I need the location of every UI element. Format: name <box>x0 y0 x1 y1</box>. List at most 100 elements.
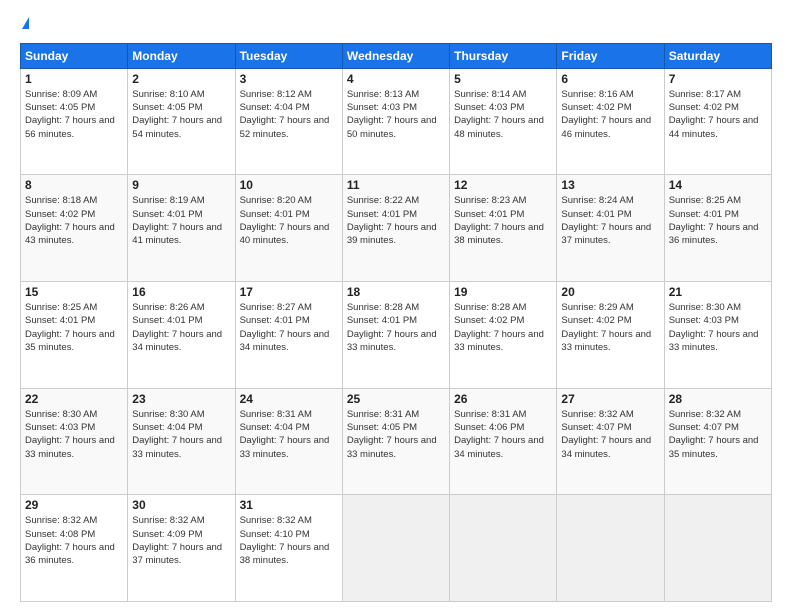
calendar-cell <box>450 495 557 602</box>
sunset-text: Sunset: 4:01 PM <box>132 315 202 326</box>
calendar-cell: 17Sunrise: 8:27 AMSunset: 4:01 PMDayligh… <box>235 282 342 389</box>
calendar-cell: 20 Sunrise: 8:29 AMSunset: 4:02 PMDayligh… <box>557 282 664 389</box>
calendar-cell: 16Sunrise: 8:26 AMSunset: 4:01 PMDayligh… <box>128 282 235 389</box>
day-info: Sunrise: 8:26 AM Sunset: 4:01 PM Daylight:… <box>132 301 230 354</box>
day-info: Sunrise: 8:29 AMSunset: 4:02 PMDaylight:… <box>561 301 659 354</box>
calendar-cell: 6Sunrise: 8:16 AMSunset: 4:02 PMDaylight… <box>557 68 664 175</box>
day-info: Sunrise: 8:20 AMSunset: 4:01 PMDaylight:… <box>240 194 338 247</box>
day-number: 11 <box>347 178 445 192</box>
day-number: 27 <box>561 392 659 406</box>
day-number: 14 <box>669 178 767 192</box>
day-number: 26 <box>454 392 552 406</box>
day-number: 31 <box>240 498 338 512</box>
sunset-text: Sunset: 4:10 PM <box>240 529 310 540</box>
calendar-cell: 21Sunrise: 8:30 AMSunset: 4:03 PMDayligh… <box>664 282 771 389</box>
daylight-text: Daylight: 7 hours and 34 minutes. <box>240 329 330 353</box>
daylight-text: Daylight: 7 hours and 33 minutes. <box>347 329 437 353</box>
calendar-cell: 25 Sunrise: 8:31 AMSunset: 4:05 PMDayligh… <box>342 388 449 495</box>
sunset-text: Sunset: 4:01 PM <box>132 209 202 220</box>
daylight-text: Daylight: 7 hours and 34 minutes. <box>132 329 222 353</box>
calendar-cell <box>557 495 664 602</box>
logo-triangle-icon <box>22 17 29 29</box>
daylight-text: Daylight: 7 hours and 37 minutes. <box>132 542 222 566</box>
calendar-cell: 24Sunrise: 8:31 AMSunset: 4:04 PMDayligh… <box>235 388 342 495</box>
sunrise-text: Sunrise: 8:23 AM <box>454 195 526 206</box>
daylight-text: Daylight: 7 hours and 33 minutes. <box>669 329 759 353</box>
sunrise-text: Sunrise: 8:29 AM <box>561 302 633 313</box>
day-info: Sunrise: 8:25 AMSunset: 4:01 PMDaylight:… <box>25 301 123 354</box>
day-info: Sunrise: 8:32 AMSunset: 4:10 PMDaylight:… <box>240 514 338 567</box>
sunset-text: Sunset: 4:05 PM <box>132 102 202 113</box>
day-info: Sunrise: 8:32 AMSunset: 4:08 PMDaylight:… <box>25 514 123 567</box>
calendar-cell: 1Sunrise: 8:09 AMSunset: 4:05 PMDaylight… <box>21 68 128 175</box>
sunset-text: Sunset: 4:03 PM <box>454 102 524 113</box>
sunset-text: Sunset: 4:01 PM <box>347 209 417 220</box>
sunset-text: Sunset: 4:02 PM <box>454 315 524 326</box>
week-row-3: 15Sunrise: 8:25 AMSunset: 4:01 PMDayligh… <box>21 282 772 389</box>
sunrise-text: Sunrise: 8:25 AM <box>25 302 97 313</box>
day-info: Sunrise: 8:23 AMSunset: 4:01 PMDaylight:… <box>454 194 552 247</box>
sunrise-text: Sunrise: 8:14 AM <box>454 89 526 100</box>
calendar-cell: 14Sunrise: 8:25 AMSunset: 4:01 PMDayligh… <box>664 175 771 282</box>
day-info: Sunrise: 8:32 AMSunset: 4:09 PMDaylight:… <box>132 514 230 567</box>
daylight-text: Daylight: 7 hours and 37 minutes. <box>561 222 651 246</box>
daylight-text: Daylight: 7 hours and 41 minutes. <box>132 222 222 246</box>
calendar-cell <box>664 495 771 602</box>
sunrise-text: Sunrise: 8:30 AM <box>669 302 741 313</box>
daylight-text: Daylight: 7 hours and 44 minutes. <box>669 115 759 139</box>
day-info: Sunrise: 8:28 AM Sunset: 4:02 PM Daylight:… <box>454 301 552 354</box>
calendar-cell: 28 Sunrise: 8:32 AMSunset: 4:07 PMDayligh… <box>664 388 771 495</box>
week-row-5: 29 Sunrise: 8:32 AMSunset: 4:08 PMDayligh… <box>21 495 772 602</box>
calendar-cell: 10Sunrise: 8:20 AMSunset: 4:01 PMDayligh… <box>235 175 342 282</box>
day-number: 19 <box>454 285 552 299</box>
day-number: 28 <box>669 392 767 406</box>
calendar-cell: 12Sunrise: 8:23 AMSunset: 4:01 PMDayligh… <box>450 175 557 282</box>
sunset-text: Sunset: 4:07 PM <box>561 422 631 433</box>
daylight-text: Daylight: 7 hours and 33 minutes. <box>132 435 222 459</box>
day-info: Sunrise: 8:24 AMSunset: 4:01 PMDaylight:… <box>561 194 659 247</box>
daylight-text: Daylight: 7 hours and 33 minutes. <box>240 435 330 459</box>
sunset-text: Sunset: 4:06 PM <box>454 422 524 433</box>
sunrise-text: Sunrise: 8:26 AM <box>132 302 204 313</box>
sunrise-text: Sunrise: 8:30 AM <box>132 409 204 420</box>
sunset-text: Sunset: 4:05 PM <box>347 422 417 433</box>
page: SundayMondayTuesdayWednesdayThursdayFrid… <box>0 0 792 612</box>
daylight-text: Daylight: 7 hours and 33 minutes. <box>454 329 544 353</box>
daylight-text: Daylight: 7 hours and 52 minutes. <box>240 115 330 139</box>
day-info: Sunrise: 8:19 AMSunset: 4:01 PMDaylight:… <box>132 194 230 247</box>
day-info: Sunrise: 8:30 AM Sunset: 4:04 PM Daylight:… <box>132 408 230 461</box>
sunset-text: Sunset: 4:01 PM <box>561 209 631 220</box>
daylight-text: Daylight: 7 hours and 33 minutes. <box>347 435 437 459</box>
day-number: 29 <box>25 498 123 512</box>
day-info: Sunrise: 8:31 AMSunset: 4:06 PMDaylight:… <box>454 408 552 461</box>
sunset-text: Sunset: 4:03 PM <box>25 422 95 433</box>
day-number: 25 <box>347 392 445 406</box>
sunrise-text: Sunrise: 8:18 AM <box>25 195 97 206</box>
day-of-week-thursday: Thursday <box>450 43 557 68</box>
day-info: Sunrise: 8:12 AMSunset: 4:04 PMDaylight:… <box>240 88 338 141</box>
week-row-2: 8Sunrise: 8:18 AMSunset: 4:02 PMDaylight… <box>21 175 772 282</box>
sunset-text: Sunset: 4:04 PM <box>132 422 202 433</box>
sunrise-text: Sunrise: 8:28 AM <box>454 302 526 313</box>
daylight-text: Daylight: 7 hours and 46 minutes. <box>561 115 651 139</box>
day-info: Sunrise: 8:31 AMSunset: 4:05 PMDaylight:… <box>347 408 445 461</box>
daylight-text: Daylight: 7 hours and 43 minutes. <box>25 222 115 246</box>
day-info: Sunrise: 8:09 AMSunset: 4:05 PMDaylight:… <box>25 88 123 141</box>
sunrise-text: Sunrise: 8:32 AM <box>669 409 741 420</box>
day-number: 20 <box>561 285 659 299</box>
day-info: Sunrise: 8:18 AMSunset: 4:02 PMDaylight:… <box>25 194 123 247</box>
day-number: 4 <box>347 72 445 86</box>
calendar-cell: 7Sunrise: 8:17 AMSunset: 4:02 PMDaylight… <box>664 68 771 175</box>
calendar-cell: 31 Sunrise: 8:32 AMSunset: 4:10 PMDayligh… <box>235 495 342 602</box>
calendar-cell: 18Sunrise: 8:28 AMSunset: 4:01 PMDayligh… <box>342 282 449 389</box>
sunset-text: Sunset: 4:01 PM <box>25 315 95 326</box>
day-info: Sunrise: 8:13 AMSunset: 4:03 PMDaylight:… <box>347 88 445 141</box>
calendar-cell: 22Sunrise: 8:30 AMSunset: 4:03 PMDayligh… <box>21 388 128 495</box>
day-number: 7 <box>669 72 767 86</box>
calendar-cell <box>342 495 449 602</box>
daylight-text: Daylight: 7 hours and 33 minutes. <box>25 435 115 459</box>
day-info: Sunrise: 8:32 AMSunset: 4:07 PMDaylight:… <box>669 408 767 461</box>
calendar-cell: 15Sunrise: 8:25 AMSunset: 4:01 PMDayligh… <box>21 282 128 389</box>
day-of-week-tuesday: Tuesday <box>235 43 342 68</box>
calendar-table: SundayMondayTuesdayWednesdayThursdayFrid… <box>20 43 772 602</box>
